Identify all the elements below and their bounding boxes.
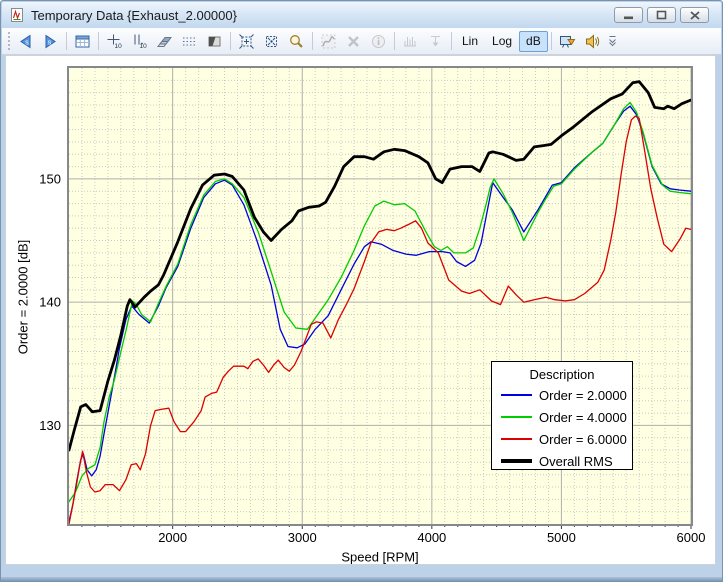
legend-line-swatch <box>501 394 532 396</box>
overlay-button[interactable] <box>152 29 177 53</box>
harmonic-cursor-icon: 10 <box>131 33 148 50</box>
export-icon <box>559 33 576 50</box>
sections-button[interactable] <box>177 29 202 53</box>
restore-button[interactable] <box>647 7 676 23</box>
overlay-layers-icon <box>156 33 173 50</box>
zoom-in-button[interactable] <box>234 29 259 53</box>
curve-edit-button <box>316 29 341 53</box>
legend-line-swatch <box>501 459 532 463</box>
toolbar-separator <box>394 32 395 50</box>
toolbar-overflow[interactable] <box>607 30 619 52</box>
app-window: Temporary Data {Exhaust_2.00000} s s 10 10 L… <box>0 0 723 582</box>
legend-entry: Order = 6.0000 <box>492 428 632 450</box>
y-axis-title: Order = 2.0000 [dB] <box>16 240 31 355</box>
window-title: Temporary Data {Exhaust_2.00000} <box>31 8 237 23</box>
legend-entry: Order = 2.0000 <box>492 384 632 406</box>
zoom-in-icon <box>238 33 255 50</box>
fixed-cursor-button <box>423 29 448 53</box>
anchor-icon <box>427 33 444 50</box>
remove-curve-icon <box>345 33 362 50</box>
log-scale-button[interactable]: Log <box>485 31 519 52</box>
legend-title: Description <box>492 365 632 384</box>
speaker-icon <box>584 33 601 50</box>
toolbar-grip[interactable] <box>5 30 13 52</box>
info-icon <box>370 33 387 50</box>
legend-entry-label: Order = 4.0000 <box>539 410 627 425</box>
single-cursor-icon: 10 <box>106 33 123 50</box>
curve-icon <box>320 33 337 50</box>
legend-entry-label: Order = 2.0000 <box>539 388 627 403</box>
waterfall-button[interactable] <box>202 29 227 53</box>
db-scale-button[interactable]: dB <box>519 31 548 52</box>
legend-entry: Order = 4.0000 <box>492 406 632 428</box>
toolbar-separator <box>551 32 552 50</box>
legend-line-swatch <box>501 438 532 440</box>
svg-text:s: s <box>25 39 29 46</box>
next-data-button[interactable]: s <box>38 29 63 53</box>
zoom-out-button[interactable] <box>259 29 284 53</box>
audio-replay-button[interactable] <box>580 29 605 53</box>
toolbar-separator <box>66 32 67 50</box>
dotted-sections-icon <box>181 33 198 50</box>
previous-icon: s <box>17 33 34 50</box>
svg-text:s: s <box>48 39 52 46</box>
previous-data-button[interactable]: s <box>13 29 38 53</box>
legend-entries: Order = 2.0000 Order = 4.0000 Order = 6.00… <box>492 384 632 472</box>
toolbar: s s 10 10 LinLogdB <box>2 28 721 55</box>
data-grid-icon <box>74 33 91 50</box>
toolbar-separator <box>230 32 231 50</box>
legend: Description Order = 2.0000 Order = 4.0000… <box>491 361 633 470</box>
magnifier-icon <box>288 33 305 50</box>
legend-entry-label: Order = 6.0000 <box>539 432 627 447</box>
spectrum-icon <box>402 33 419 50</box>
toolbar-separator <box>312 32 313 50</box>
minimize-icon <box>623 11 634 20</box>
single-cursor-button[interactable]: 10 <box>102 29 127 53</box>
data-grid-button[interactable] <box>70 29 95 53</box>
window-icon <box>9 7 25 23</box>
lin-scale-button[interactable]: Lin <box>455 31 485 52</box>
remove-curve-button <box>341 29 366 53</box>
spectrum-cursor-button <box>398 29 423 53</box>
magnifier-button[interactable] <box>284 29 309 53</box>
close-icon <box>690 11 700 20</box>
waterfall-icon <box>206 33 223 50</box>
harmonic-cursor-button[interactable]: 10 <box>127 29 152 53</box>
toolbar-separator <box>451 32 452 50</box>
export-button[interactable] <box>555 29 580 53</box>
legend-entry: Overall RMS <box>492 450 632 472</box>
title-bar[interactable]: Temporary Data {Exhaust_2.00000} <box>2 2 721 28</box>
minimize-button[interactable] <box>614 7 643 23</box>
restore-icon <box>656 10 667 20</box>
info-button <box>366 29 391 53</box>
zoom-out-icon <box>263 33 280 50</box>
close-button[interactable] <box>680 7 709 23</box>
window-controls <box>614 7 709 23</box>
svg-text:10: 10 <box>140 43 148 50</box>
legend-line-swatch <box>501 416 532 418</box>
next-icon: s <box>42 33 59 50</box>
toolbar-separator <box>98 32 99 50</box>
x-axis-title: Speed [RPM] <box>341 550 418 565</box>
svg-text:10: 10 <box>115 43 123 50</box>
legend-entry-label: Overall RMS <box>539 454 613 469</box>
